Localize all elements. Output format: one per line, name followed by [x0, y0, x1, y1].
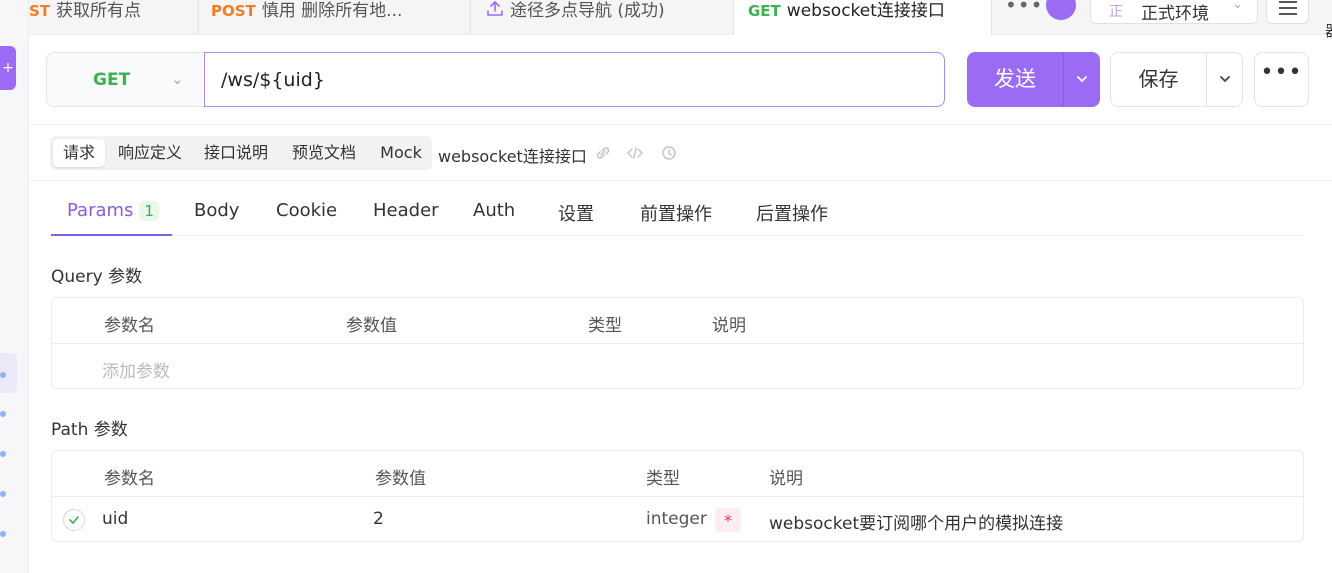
- table-header-row: 参数名 参数值 类型 说明: [52, 451, 1303, 496]
- segment-mock[interactable]: Mock: [373, 139, 429, 167]
- column-header-name: 参数名: [104, 469, 155, 489]
- more-options-button[interactable]: •••: [1254, 52, 1309, 107]
- method-value: GET: [93, 70, 131, 90]
- tabs-baseline: [51, 235, 1304, 236]
- param-value[interactable]: 2: [373, 509, 384, 529]
- tab-params-label: Params: [67, 200, 134, 221]
- add-tab-button[interactable]: +: [0, 46, 16, 90]
- tab-body[interactable]: Body: [194, 200, 239, 236]
- tree-dot-icon: [0, 451, 6, 457]
- history-icon[interactable]: [660, 145, 678, 161]
- tab-post-operations[interactable]: 后置操作: [756, 200, 828, 236]
- chevron-down-icon: ⌄: [1232, 0, 1243, 12]
- environment-select[interactable]: 正 正式环境 ⌄: [1090, 0, 1258, 24]
- menu-button[interactable]: [1266, 0, 1309, 24]
- more-tabs-button[interactable]: •••: [1005, 0, 1042, 16]
- query-params-table: 参数名 参数值 类型 说明 添加参数: [51, 297, 1304, 389]
- path-params-title: Path 参数: [51, 420, 128, 440]
- link-icon[interactable]: [594, 145, 612, 161]
- param-description[interactable]: websocket要订阅哪个用户的模拟连接: [769, 509, 1063, 534]
- params-count-badge: 1: [139, 201, 159, 221]
- url-input[interactable]: [204, 52, 945, 107]
- tab-method: ST: [29, 2, 51, 20]
- save-button[interactable]: 保存: [1110, 52, 1206, 107]
- method-select[interactable]: GET ⌄: [46, 52, 206, 107]
- tab-pre-operations[interactable]: 前置操作: [640, 200, 712, 236]
- column-header-description: 说明: [769, 469, 803, 489]
- table-header-row: 参数名 参数值 类型 说明: [52, 298, 1303, 343]
- api-doc-name: websocket连接接口: [438, 147, 587, 166]
- segment-preview-docs[interactable]: 预览文档: [285, 139, 363, 167]
- enable-param-checkbox[interactable]: [63, 509, 85, 531]
- column-header-value: 参数值: [346, 316, 397, 336]
- segment-request[interactable]: 请求: [53, 139, 105, 167]
- path-params-table: 参数名 参数值 类型 说明 uid 2 integer * websocket要…: [51, 450, 1304, 542]
- add-param-placeholder[interactable]: 添加参数: [102, 357, 170, 382]
- tab-delete-all[interactable]: POST 慎用 删除所有地...: [199, 0, 471, 35]
- chevron-down-icon: ⌄: [171, 70, 184, 88]
- tab-cookie[interactable]: Cookie: [276, 200, 337, 236]
- tab-method: POST: [211, 2, 256, 20]
- param-type[interactable]: integer: [646, 509, 707, 529]
- edge-text: 器: [1325, 20, 1332, 41]
- column-header-value: 参数值: [375, 469, 426, 489]
- table-row: uid 2 integer * websocket要订阅哪个用户的模拟连接: [52, 496, 1303, 541]
- menu-icon-bar: [1279, 7, 1297, 9]
- segment-api-description[interactable]: 接口说明: [197, 139, 275, 167]
- active-tab-indicator: [51, 234, 172, 236]
- chevron-down-icon: [1219, 76, 1230, 83]
- environment-label: 正式环境: [1141, 4, 1209, 24]
- param-name[interactable]: uid: [102, 509, 128, 529]
- menu-icon-bar: [1279, 1, 1297, 3]
- check-icon: [69, 516, 79, 524]
- environment-badge: 正: [1109, 4, 1123, 20]
- tab-get-all-points[interactable]: ST 获取所有点: [29, 0, 199, 35]
- tab-params[interactable]: Params 1: [67, 200, 159, 236]
- column-header-type: 类型: [646, 469, 680, 489]
- save-options-button[interactable]: [1206, 52, 1243, 107]
- tab-multi-point-navigation[interactable]: 途径多点导航 (成功): [471, 0, 734, 35]
- required-badge[interactable]: *: [715, 508, 741, 532]
- sync-icon[interactable]: [1046, 0, 1076, 20]
- divider: [29, 124, 1332, 125]
- tab-method: GET: [748, 2, 781, 20]
- request-tab-bar: ST 获取所有点 POST 慎用 删除所有地... 途径多点导航 (成功) GET w…: [29, 0, 1332, 40]
- tab-label: 获取所有点: [56, 1, 142, 21]
- tab-settings[interactable]: 设置: [558, 200, 594, 236]
- send-options-button[interactable]: [1063, 52, 1100, 107]
- add-param-row[interactable]: 添加参数: [52, 343, 1303, 388]
- tab-header[interactable]: Header: [373, 200, 439, 236]
- column-header-type: 类型: [588, 316, 622, 336]
- query-params-title: Query 参数: [51, 267, 143, 287]
- segment-response-definition[interactable]: 响应定义: [111, 139, 189, 167]
- tab-websocket-connection[interactable]: GET websocket连接接口: [734, 0, 992, 35]
- tab-label: 途径多点导航 (成功): [510, 1, 665, 21]
- tab-label: websocket连接接口: [786, 1, 945, 21]
- column-header-name: 参数名: [104, 316, 155, 336]
- tree-dot-icon: [0, 491, 6, 497]
- tree-dot-icon: [0, 372, 6, 378]
- request-view-segment: 请求 响应定义 接口说明 预览文档 Mock: [50, 136, 432, 170]
- divider: [29, 180, 1332, 181]
- menu-icon-bar: [1279, 13, 1297, 15]
- tree-dot-icon: [0, 411, 6, 417]
- column-header-description: 说明: [712, 316, 746, 336]
- send-button[interactable]: 发送: [967, 52, 1063, 107]
- tab-label: 慎用 删除所有地...: [261, 1, 403, 21]
- tab-auth[interactable]: Auth: [473, 200, 515, 236]
- chevron-down-icon: [1077, 76, 1087, 83]
- upload-icon: [487, 1, 503, 16]
- code-icon[interactable]: [626, 145, 644, 161]
- tree-dot-icon: [0, 531, 6, 537]
